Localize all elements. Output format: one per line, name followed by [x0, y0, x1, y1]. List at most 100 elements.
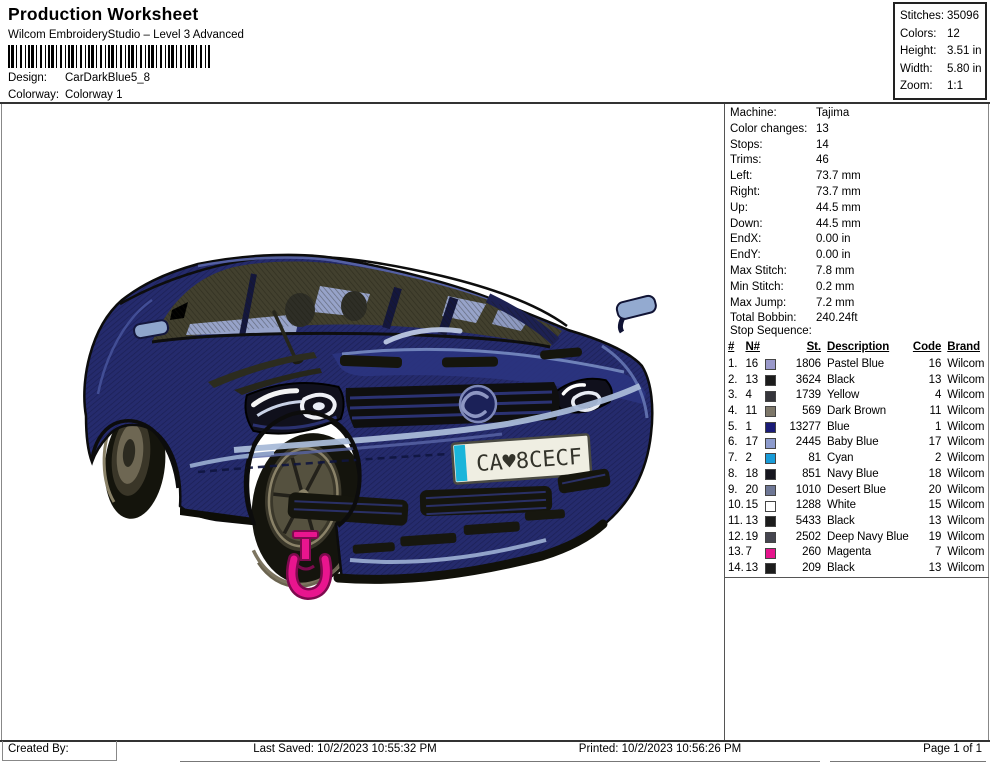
stitch-count: 5433 [780, 514, 821, 530]
page-right-border [988, 104, 989, 740]
design-label: Design: [8, 72, 65, 84]
needle-number: 17 [745, 435, 764, 451]
hood-vent [340, 355, 402, 368]
thread-brand: Wilcom [941, 561, 986, 577]
machine-info-row: Min Stitch: 0.2 mm [730, 280, 986, 296]
thread-description: Black [821, 373, 910, 389]
summary-value: 5.80 in [947, 61, 982, 79]
row-number: 7. [728, 451, 745, 467]
machine-info-label: EndY: [730, 248, 816, 264]
hood-vent [442, 357, 498, 368]
col-header-needle: N# [745, 341, 760, 353]
stop-sequence-row: 6. 17 2445 Baby Blue 17 Wilcom [728, 435, 986, 451]
thread-code: 13 [910, 561, 941, 577]
machine-info-row: Down: 44.5 mm [730, 217, 986, 233]
thread-code: 7 [910, 545, 941, 561]
machine-info-value: 7.2 mm [816, 296, 854, 312]
machine-info-value: 0.00 in [816, 248, 851, 264]
stitch-count: 3624 [780, 373, 821, 389]
needle-number: 16 [745, 357, 764, 373]
col-header-stitches: St. [807, 341, 821, 353]
thread-description: Cyan [821, 451, 910, 467]
col-header-brand: Brand [947, 341, 980, 353]
machine-info-value: 0.2 mm [816, 280, 854, 296]
thread-color-swatch [765, 532, 776, 543]
machine-info-label: Stops: [730, 138, 816, 154]
thread-code: 17 [910, 435, 941, 451]
thread-color-swatch [765, 485, 776, 496]
thread-color-swatch [765, 406, 776, 417]
machine-info-value: 44.5 mm [816, 217, 861, 233]
stop-sequence-row: 5. 1 13277 Blue 1 Wilcom [728, 420, 986, 436]
thread-brand: Wilcom [941, 420, 986, 436]
thread-description: Blue [821, 420, 910, 436]
machine-info-label: Max Stitch: [730, 264, 816, 280]
row-number: 11. [728, 514, 745, 530]
app-subtitle: Wilcom EmbroideryStudio – Level 3 Advanc… [8, 29, 244, 41]
thread-description: Magenta [821, 545, 910, 561]
summary-value: 12 [947, 26, 960, 44]
footer-printed: Printed: 10/2/2023 10:56:26 PM [500, 741, 820, 762]
thread-brand: Wilcom [941, 530, 986, 546]
thread-code: 4 [910, 388, 941, 404]
stitch-count: 81 [780, 451, 821, 467]
machine-info-value: 13 [816, 122, 829, 138]
footer-last-saved: Last Saved: 10/2/2023 10:55:32 PM [180, 741, 510, 762]
summary-label: Colors: [900, 26, 947, 44]
row-number: 5. [728, 420, 745, 436]
stop-sequence-row: 7. 2 81 Cyan 2 Wilcom [728, 451, 986, 467]
thread-code: 13 [910, 373, 941, 389]
needle-number: 13 [745, 373, 764, 389]
row-number: 10. [728, 498, 745, 514]
thread-description: Black [821, 561, 910, 577]
summary-row: Stitches: 35096 [900, 8, 985, 26]
stop-sequence-row: 3. 4 1739 Yellow 4 Wilcom [728, 388, 986, 404]
thread-brand: Wilcom [941, 498, 986, 514]
thread-code: 16 [910, 357, 941, 373]
col-header-description: Description [827, 341, 889, 353]
thread-color-swatch [765, 453, 776, 464]
summary-label: Width: [900, 61, 947, 79]
windshield-and-windows [152, 261, 562, 347]
machine-info-label: EndX: [730, 232, 816, 248]
stitch-count: 13277 [780, 420, 821, 436]
stop-sequence-row: 1. 16 1806 Pastel Blue 16 Wilcom [728, 357, 986, 373]
row-number: 9. [728, 483, 745, 499]
stop-sequence-row: 14. 13 209 Black 13 Wilcom [728, 561, 986, 577]
footer-created-by: Created By: [2, 741, 117, 761]
colorway-row: Colorway: Colorway 1 [8, 89, 308, 101]
machine-info-value: 7.8 mm [816, 264, 854, 280]
thread-description: Deep Navy Blue [821, 530, 910, 546]
machine-info-value: Tajima [816, 106, 849, 122]
machine-info-value: 240.24ft [816, 311, 858, 327]
stop-sequence-row: 11. 13 5433 Black 13 Wilcom [728, 514, 986, 530]
stitch-count: 260 [780, 545, 821, 561]
thread-brand: Wilcom [941, 357, 986, 373]
page-title: Production Worksheet [8, 4, 198, 25]
thread-code: 18 [910, 467, 941, 483]
thread-brand: Wilcom [941, 467, 986, 483]
machine-info-label: Color changes: [730, 122, 816, 138]
thread-color-swatch [765, 422, 776, 433]
needle-number: 7 [745, 545, 764, 561]
machine-info-label: Left: [730, 169, 816, 185]
thread-brand: Wilcom [941, 388, 986, 404]
thread-description: Yellow [821, 388, 910, 404]
summary-row: Width: 5.80 in [900, 61, 985, 79]
thread-code: 15 [910, 498, 941, 514]
summary-value: 35096 [947, 8, 979, 26]
thread-description: Desert Blue [821, 483, 910, 499]
footer-page-number: Page 1 of 1 [830, 741, 986, 762]
row-number: 2. [728, 373, 745, 389]
stitch-count: 569 [780, 404, 821, 420]
machine-info-row: Color changes: 13 [730, 122, 986, 138]
needle-number: 13 [745, 561, 764, 577]
stitch-count: 1288 [780, 498, 821, 514]
thread-description: Pastel Blue [821, 357, 910, 373]
production-worksheet-page: Production Worksheet Wilcom EmbroiderySt… [0, 0, 990, 762]
thread-color-swatch [765, 359, 776, 370]
thread-code: 11 [910, 404, 941, 420]
machine-info-row: Stops: 14 [730, 138, 986, 154]
needle-number: 20 [745, 483, 764, 499]
machine-info-value: 0.00 in [816, 232, 851, 248]
